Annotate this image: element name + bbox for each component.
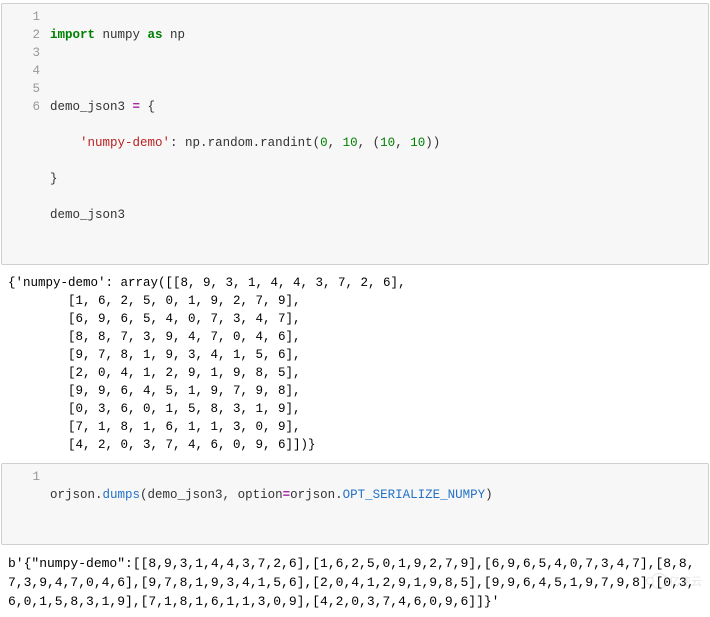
method-dumps: dumps xyxy=(103,486,141,504)
dot: . xyxy=(95,486,103,504)
expr-var: demo_json3 xyxy=(50,206,125,224)
dot: . xyxy=(253,134,261,152)
var-name: demo_json3 xyxy=(50,98,133,116)
comma: , xyxy=(395,134,410,152)
code-lines: import numpy as np demo_json3 = { 'numpy… xyxy=(50,8,708,260)
close-parens: )) xyxy=(425,134,440,152)
close-paren: ) xyxy=(485,486,493,504)
number-literal: 10 xyxy=(380,134,395,152)
watermark-text: 亿速云 xyxy=(669,573,702,589)
operator-eq: = xyxy=(133,98,141,116)
colon-np: : np xyxy=(170,134,200,152)
brace-open: { xyxy=(140,98,155,116)
cell-output-2: b'{"numpy-demo":[[8,9,3,1,4,4,3,7,2,6],[… xyxy=(0,548,710,617)
number-literal: 10 xyxy=(343,134,358,152)
alias-name: np xyxy=(163,26,186,44)
line-gutter: 1 2 3 4 5 6 xyxy=(2,8,50,260)
code-input-1[interactable]: 1 2 3 4 5 6 import numpy as np demo_json… xyxy=(1,3,709,265)
obj-orjson: orjson xyxy=(290,486,335,504)
func-randint: randint( xyxy=(260,134,320,152)
line-number: 3 xyxy=(2,44,40,62)
obj-orjson: orjson xyxy=(50,486,95,504)
line-number: 5 xyxy=(2,80,40,98)
cell-output-1: {'numpy-demo': array([[8, 9, 3, 1, 4, 4,… xyxy=(0,268,710,460)
number-literal: 10 xyxy=(410,134,425,152)
const-opt-serialize-numpy: OPT_SERIALIZE_NUMPY xyxy=(343,486,486,504)
indent xyxy=(50,134,80,152)
code-cell-2: 1 orjson.dumps(demo_json3, option=orjson… xyxy=(0,460,710,548)
dot: . xyxy=(335,486,343,504)
line-gutter: 1 xyxy=(2,468,50,540)
line-number: 6 xyxy=(2,98,40,116)
attr-random: random xyxy=(208,134,253,152)
code-input-2[interactable]: 1 orjson.dumps(demo_json3, option=orjson… xyxy=(1,463,709,545)
args-open: (demo_json3, option xyxy=(140,486,283,504)
code-lines: orjson.dumps(demo_json3, option=orjson.O… xyxy=(50,468,708,540)
dict-key: 'numpy-demo' xyxy=(80,134,170,152)
line-number: 4 xyxy=(2,62,40,80)
keyword-as: as xyxy=(148,26,163,44)
keyword-import: import xyxy=(50,26,95,44)
line-number: 1 xyxy=(2,468,40,486)
watermark: 亿速云 xyxy=(651,573,702,589)
number-literal: 0 xyxy=(320,134,328,152)
brace-close: } xyxy=(50,170,58,188)
kwarg-eq: = xyxy=(283,486,291,504)
code-cell-1: 1 2 3 4 5 6 import numpy as np demo_json… xyxy=(0,0,710,268)
line-number: 2 xyxy=(2,26,40,44)
comma-paren: , ( xyxy=(358,134,381,152)
comma: , xyxy=(328,134,343,152)
dot: . xyxy=(200,134,208,152)
line-number: 1 xyxy=(2,8,40,26)
watermark-logo-icon xyxy=(651,573,667,589)
module-name: numpy xyxy=(95,26,148,44)
